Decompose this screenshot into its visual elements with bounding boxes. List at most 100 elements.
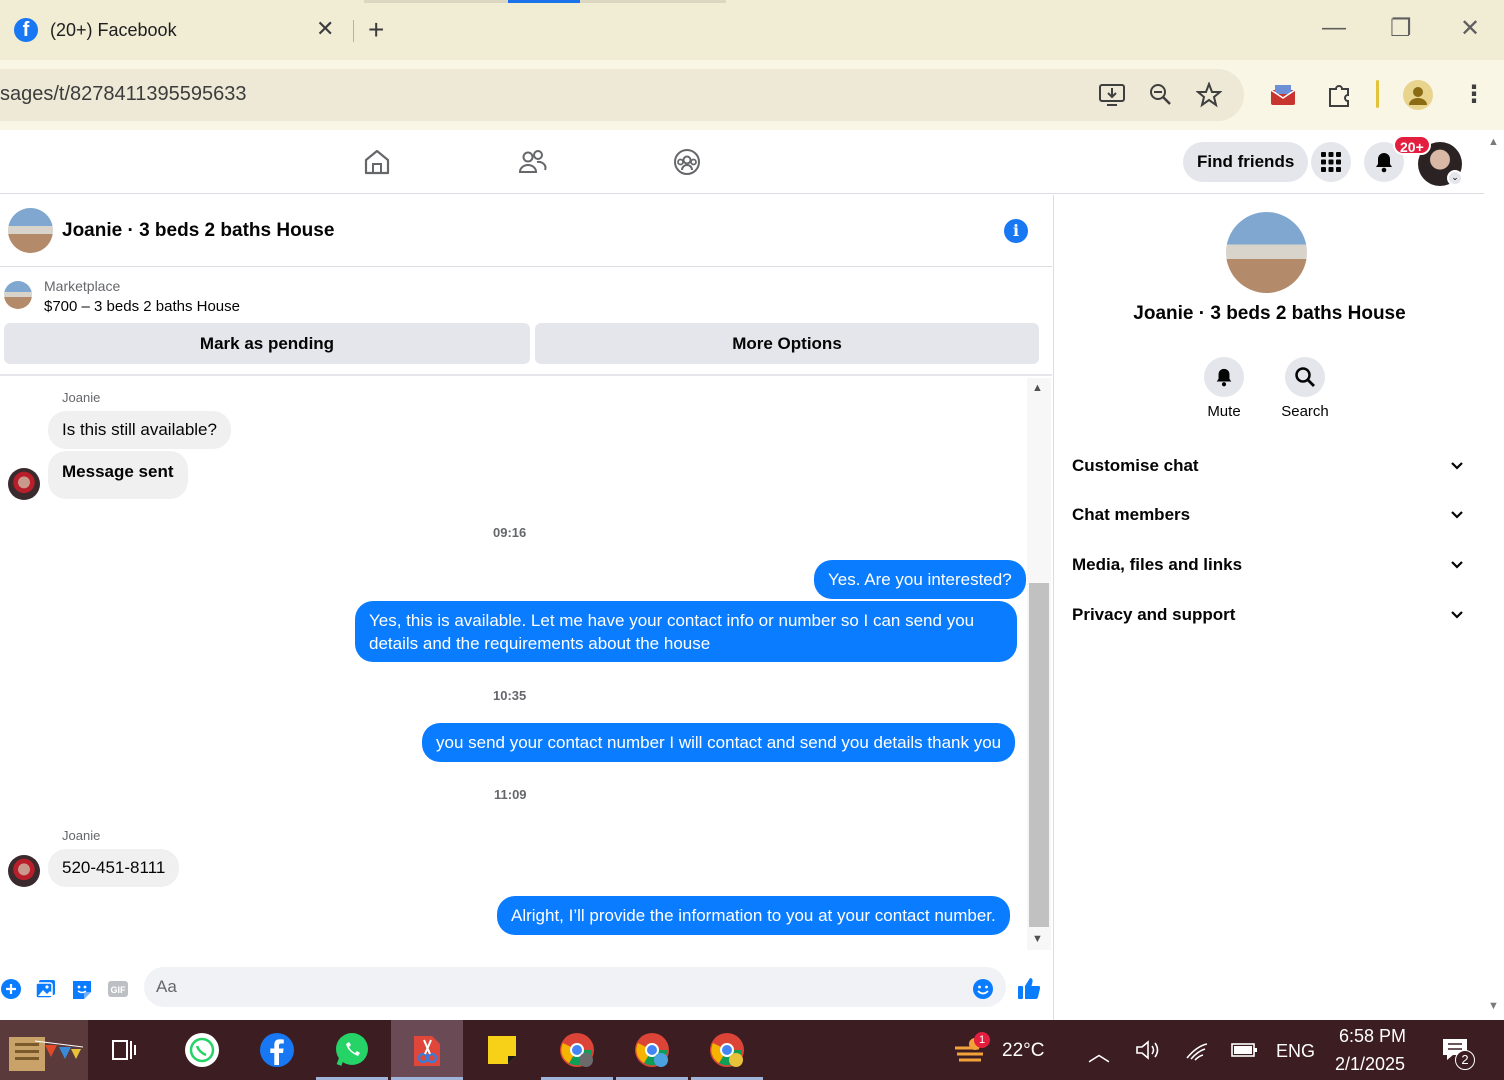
marketplace-label: Marketplace (44, 278, 121, 294)
page-scrollbar[interactable]: ▲ ▼ (1484, 130, 1504, 1020)
browser-toolbar: sages/t/8278411395595633 ⋮ (0, 60, 1504, 130)
groups-icon[interactable] (672, 147, 702, 177)
weather-badge: 1 (974, 1032, 990, 1048)
taskbar-app-notes[interactable] (0, 1020, 88, 1080)
browser-tab[interactable]: f (20+) Facebook ✕ (0, 0, 352, 60)
tab-close-icon[interactable]: ✕ (316, 16, 334, 42)
section-customise-chat[interactable]: Customise chat (1072, 446, 1464, 486)
scroll-down-icon[interactable]: ▼ (1488, 1000, 1499, 1012)
details-avatar[interactable] (1226, 212, 1307, 293)
browser-profile-icon[interactable] (1403, 80, 1433, 110)
message-bubble-outgoing[interactable]: Yes. Are you interested? (814, 560, 1026, 599)
message-bubble-outgoing[interactable]: Yes, this is available. Let me have your… (355, 601, 1017, 662)
section-chat-members[interactable]: Chat members (1072, 495, 1464, 535)
scroll-up-icon[interactable]: ▲ (1488, 136, 1499, 148)
close-window-icon[interactable]: ✕ (1460, 14, 1480, 43)
message-bubble-incoming[interactable]: 520-451-8111 (48, 849, 180, 887)
wifi-icon[interactable] (1184, 1038, 1210, 1062)
taskbar-app-facebook[interactable] (241, 1020, 313, 1080)
restore-icon[interactable]: ❐ (1390, 14, 1412, 43)
friends-icon[interactable] (517, 147, 547, 177)
chevron-down-icon[interactable]: ⌄ (1447, 170, 1463, 186)
message-timestamp: 11:09 (494, 787, 527, 802)
browser-menu-icon[interactable]: ⋮ (1462, 80, 1486, 109)
menu-grid-button[interactable] (1311, 142, 1351, 182)
section-media-files-links[interactable]: Media, files and links (1072, 545, 1464, 585)
message-bubble-outgoing[interactable]: Alright, I’ll provide the information to… (497, 896, 1010, 935)
message-text: Yes. Are you interested? (828, 569, 1012, 589)
minimize-icon[interactable]: — (1322, 14, 1346, 42)
taskbar-app-chrome-1[interactable] (541, 1020, 613, 1080)
taskbar-app-whatsapp[interactable] (316, 1020, 388, 1080)
taskbar-app-chrome-2[interactable] (616, 1020, 688, 1080)
facebook-icon (260, 1033, 294, 1067)
taskbar-app-chrome-3[interactable] (691, 1020, 763, 1080)
conversation-avatar[interactable] (8, 208, 53, 253)
scrollbar-thumb[interactable] (1029, 583, 1049, 927)
gif-icon[interactable]: GIF (107, 978, 129, 1000)
message-bubble-incoming[interactable]: Message sent (48, 451, 188, 499)
home-icon[interactable] (362, 147, 392, 177)
show-hidden-icons-icon[interactable]: ︿ (1088, 1036, 1110, 1068)
message-text: 520-451-8111 (62, 858, 166, 877)
clock-date[interactable]: 2/1/2025 (1335, 1054, 1405, 1075)
extension-mail-icon[interactable] (1269, 82, 1297, 108)
bookmark-star-icon[interactable] (1196, 82, 1222, 108)
details-title: Joanie · 3 beds 2 baths House (1133, 303, 1406, 324)
info-icon[interactable]: i (1004, 219, 1028, 243)
taskbar-app-whatsapp-web[interactable] (166, 1020, 238, 1080)
facebook-favicon-icon: f (14, 18, 38, 42)
install-app-icon[interactable] (1098, 82, 1126, 108)
search-button[interactable] (1285, 357, 1325, 397)
sender-avatar[interactable] (8, 468, 40, 500)
message-input[interactable] (144, 967, 1006, 1007)
whatsapp-icon (336, 1033, 368, 1066)
message-timestamp: 09:16 (493, 525, 527, 540)
mute-button[interactable] (1204, 357, 1244, 397)
address-bar[interactable]: sages/t/8278411395595633 (0, 69, 1244, 121)
mute-label: Mute (1207, 403, 1241, 420)
section-privacy-support[interactable]: Privacy and support (1072, 595, 1464, 635)
message-text: Yes, this is available. Let me have your… (369, 610, 975, 653)
scroll-up-icon[interactable]: ▲ (1032, 382, 1043, 394)
task-view-button[interactable] (88, 1020, 160, 1080)
search-icon (1295, 367, 1315, 387)
taskbar-app-sticky-notes[interactable] (466, 1020, 538, 1080)
svg-text:GIF: GIF (111, 985, 127, 995)
emoji-icon[interactable] (972, 978, 994, 1000)
message-timestamp: 10:35 (493, 688, 527, 703)
clock-time[interactable]: 6:58 PM (1339, 1026, 1406, 1047)
language-indicator[interactable]: ENG (1276, 1041, 1315, 1062)
message-bubble-incoming[interactable]: Is this still available? (48, 411, 231, 449)
listing-thumbnail[interactable] (4, 281, 32, 309)
listing-title[interactable]: $700 – 3 beds 2 baths House (44, 298, 240, 315)
notification-count-badge: 20+ (1393, 135, 1431, 155)
message-text: Alright, I’ll provide the information to… (511, 905, 996, 925)
facebook-header: Find friends ⌄ (0, 130, 1484, 194)
like-thumb-icon[interactable] (1016, 975, 1042, 1001)
volume-icon[interactable] (1134, 1038, 1160, 1062)
find-friends-button[interactable]: Find friends (1183, 142, 1309, 182)
new-tab-button[interactable]: + (368, 14, 384, 46)
message-bubble-outgoing[interactable]: you send your contact number I will cont… (422, 723, 1016, 762)
taskbar-app-snipping[interactable] (391, 1020, 463, 1080)
battery-icon[interactable] (1230, 1040, 1258, 1060)
chrome-icon (710, 1033, 744, 1067)
conversation-title[interactable]: Joanie · 3 beds 2 baths House (62, 220, 334, 242)
sticker-icon[interactable] (71, 978, 93, 1000)
more-options-button[interactable]: More Options (535, 323, 1039, 364)
scroll-down-icon[interactable]: ▼ (1032, 933, 1043, 945)
sender-avatar[interactable] (8, 855, 40, 887)
extensions-puzzle-icon[interactable] (1325, 80, 1353, 108)
zoom-out-icon[interactable] (1148, 82, 1174, 108)
message-text: you send your contact number I will cont… (436, 732, 1002, 752)
search-label: Search (1281, 403, 1329, 420)
plus-circle-icon[interactable] (0, 978, 22, 1000)
chrome-icon (560, 1033, 594, 1067)
photo-icon[interactable] (35, 978, 57, 1000)
browser-tab-bar: f (20+) Facebook ✕ + — ❐ ✕ (0, 0, 1504, 60)
divider (0, 374, 1052, 376)
temperature[interactable]: 22°C (1002, 1040, 1044, 1062)
mark-as-pending-button[interactable]: Mark as pending (4, 323, 530, 364)
section-label: Media, files and links (1072, 555, 1243, 574)
